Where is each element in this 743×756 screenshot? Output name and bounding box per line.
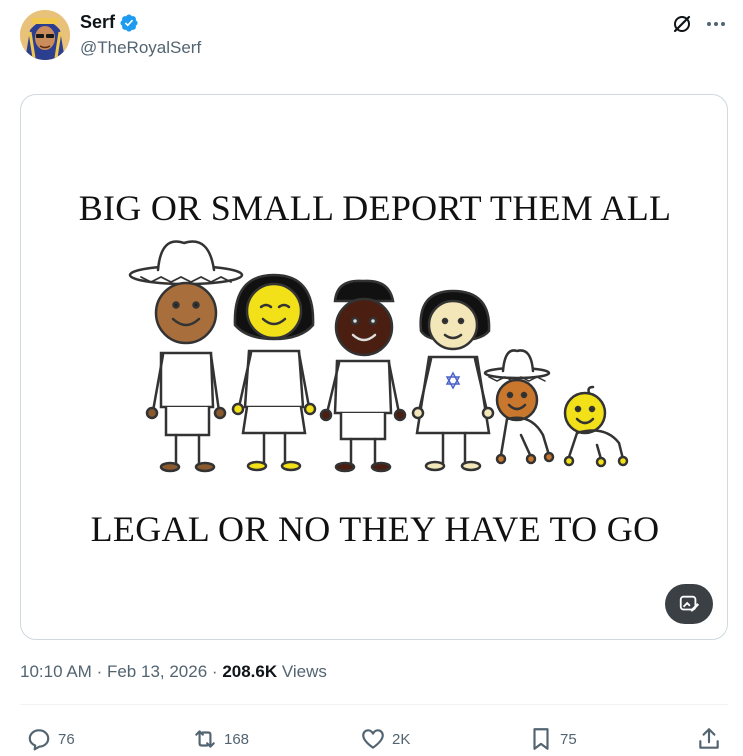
figure-man-sombrero <box>128 240 244 473</box>
figure-baby-sombrero <box>483 349 555 465</box>
repost-count: 168 <box>224 730 250 748</box>
reply-button[interactable]: 76 <box>26 726 75 752</box>
edit-image-button[interactable] <box>665 584 713 624</box>
edit-image-icon <box>679 595 700 612</box>
post-time[interactable]: 10:10 AM <box>20 662 92 681</box>
views-count: 208.6K <box>222 662 278 681</box>
meta-separator: · <box>211 662 218 681</box>
post-header: Serf @TheRoyalSerf <box>20 10 730 66</box>
bookmark-count: 75 <box>560 730 577 748</box>
meme-caption-bottom: LEGAL OR NO THEY HAVE TO GO <box>90 509 660 549</box>
grok-icon[interactable] <box>670 12 694 36</box>
repost-icon <box>195 730 215 748</box>
bookmark-button[interactable]: 75 <box>528 726 577 752</box>
figure-baby-yellow <box>563 385 629 468</box>
figure-woman-star <box>411 289 495 472</box>
views-label: Views <box>281 662 327 681</box>
divider <box>20 704 728 705</box>
reply-icon <box>28 729 50 751</box>
heart-icon <box>362 729 384 749</box>
post-meta: 10:10 AM · Feb 13, 2026 · 208.6K Views <box>20 662 327 682</box>
meta-separator: · <box>96 662 103 681</box>
post-media-image[interactable]: BIG OR SMALL DEPORT THEM ALL LEGAL OR NO… <box>20 94 728 640</box>
stick-figures-illustration <box>128 240 629 473</box>
figure-woman-yellow <box>231 273 317 472</box>
share-button[interactable] <box>696 726 722 752</box>
verified-badge-icon <box>120 13 138 32</box>
figure-boy-dark <box>319 279 407 473</box>
author-name[interactable]: Serf <box>80 12 115 33</box>
more-options-icon[interactable] <box>704 12 728 36</box>
author-handle[interactable]: @TheRoyalSerf <box>80 38 201 58</box>
bookmark-icon <box>533 728 549 750</box>
post-date[interactable]: Feb 13, 2026 <box>107 662 207 681</box>
avatar[interactable] <box>20 10 70 60</box>
like-count: 2K <box>392 730 411 748</box>
author-name-row[interactable]: Serf <box>80 12 139 33</box>
share-icon <box>699 728 719 749</box>
like-button[interactable]: 2K <box>360 726 410 752</box>
repost-button[interactable]: 168 <box>192 726 249 752</box>
reply-count: 76 <box>58 730 75 748</box>
